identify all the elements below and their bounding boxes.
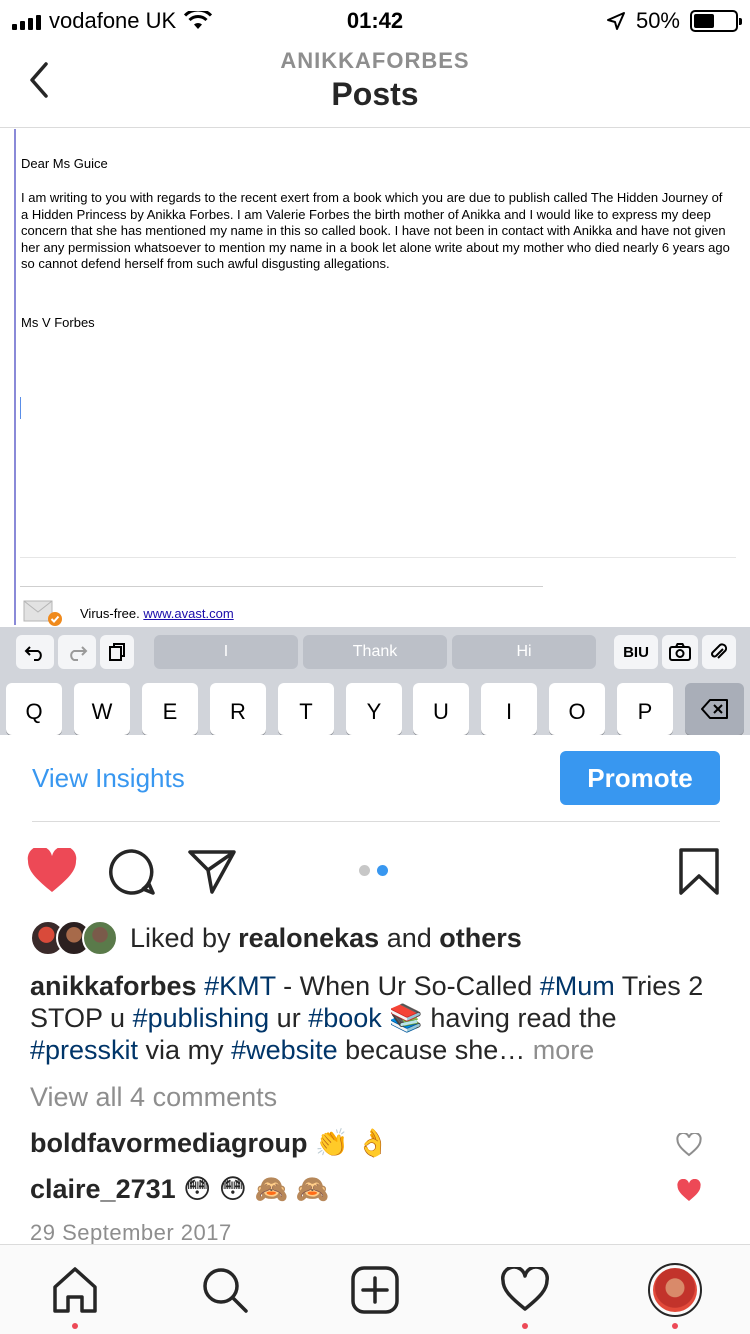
carousel-indicator <box>359 865 388 876</box>
comment-username[interactable]: claire_2731 <box>30 1174 176 1204</box>
search-icon <box>203 1268 248 1313</box>
clipboard-icon <box>100 635 134 669</box>
keyboard-key: E <box>142 683 198 735</box>
format-biu-icon: BIU <box>614 635 658 669</box>
share-icon[interactable] <box>188 848 236 894</box>
comment-text: 👏 👌 <box>315 1128 390 1158</box>
quote-bar <box>14 129 16 625</box>
keyboard-toolbar: I Thank Hi BIU <box>0 627 750 675</box>
nav-header: ANIKKAFORBES Posts <box>0 40 750 128</box>
hashtag[interactable]: #KMT <box>204 971 276 1001</box>
liked-others[interactable]: others <box>439 923 522 954</box>
keyboard-key: W <box>74 683 130 735</box>
email-body: I am writing to you with regards to the … <box>21 190 730 271</box>
hashtag[interactable]: #book <box>308 1003 382 1033</box>
post-caption: anikkaforbes #KMT - When Ur So-Called #M… <box>30 971 704 1065</box>
avatar <box>82 920 118 956</box>
keyboard-key: I <box>481 683 537 735</box>
comment-liked-heart-icon[interactable] <box>676 1179 702 1203</box>
comment-icon[interactable] <box>108 848 156 896</box>
redo-icon <box>58 635 96 669</box>
notification-dot <box>72 1323 78 1329</box>
carousel-dot <box>359 865 370 876</box>
hashtag[interactable]: #Mum <box>540 971 615 1001</box>
email-greeting: Dear Ms Guice <box>21 156 108 171</box>
attachment-icon <box>702 635 736 669</box>
suggestion-2: Thank <box>303 635 447 669</box>
action-bar <box>0 840 750 904</box>
comment-row: boldfavormediagroup 👏 👌 <box>30 1127 730 1163</box>
email-screenshot: Dear Ms Guice I am writing to you with r… <box>0 129 750 627</box>
email-signature: Ms V Forbes <box>21 315 95 330</box>
activity-heart-icon <box>501 1267 549 1311</box>
keyboard-key: O <box>549 683 605 735</box>
bottom-tab-bar <box>0 1244 750 1334</box>
keyboard-key: R <box>210 683 266 735</box>
delete-key-icon <box>685 683 744 735</box>
like-heart-icon[interactable] <box>26 848 78 894</box>
hashtag[interactable]: #website <box>231 1035 338 1065</box>
keyboard-keys: QWERTYUIOP <box>0 675 750 735</box>
liker-username[interactable]: realonekas <box>238 923 379 954</box>
suggestion-3: Hi <box>452 635 596 669</box>
avast-link[interactable]: www.avast.com <box>143 606 233 621</box>
keyboard-key: T <box>278 683 334 735</box>
tab-profile[interactable] <box>648 1263 702 1329</box>
keyboard-key: Y <box>346 683 402 735</box>
avast-mail-icon <box>22 599 62 627</box>
keyboard-key: Q <box>6 683 62 735</box>
status-bar: vodafone UK 01:42 50% <box>0 0 750 40</box>
profile-avatar <box>648 1263 702 1317</box>
view-all-comments-link[interactable]: View all 4 comments <box>30 1082 277 1113</box>
suggestion-1: I <box>154 635 298 669</box>
post-date: 29 September 2017 <box>30 1220 232 1245</box>
caption-username[interactable]: anikkaforbes <box>30 971 197 1001</box>
insights-bar: View Insights Promote <box>0 735 750 821</box>
comment-text: 😳 😳 🙈 🙈 <box>183 1174 330 1204</box>
text-cursor <box>20 397 21 419</box>
hashtag[interactable]: #publishing <box>133 1003 270 1033</box>
page-title: Posts <box>331 76 419 112</box>
view-insights-link[interactable]: View Insights <box>32 763 185 794</box>
avast-footer: Virus-free. www.avast.com <box>22 599 234 627</box>
promote-button[interactable]: Promote <box>560 751 720 805</box>
virus-free-label: Virus-free. <box>80 605 140 621</box>
keyboard-key: P <box>617 683 673 735</box>
battery-icon <box>690 10 742 32</box>
tab-activity[interactable] <box>498 1263 552 1329</box>
more-link[interactable]: more <box>533 1035 595 1065</box>
carousel-dot-active <box>377 865 388 876</box>
tab-search[interactable] <box>198 1263 252 1317</box>
post-image[interactable]: Dear Ms Guice I am writing to you with r… <box>0 129 750 735</box>
notification-dot <box>522 1323 528 1329</box>
liked-by-label: Liked by <box>130 922 231 953</box>
keyboard-key: U <box>413 683 469 735</box>
comment-row: claire_2731 😳 😳 🙈 🙈 <box>30 1173 730 1209</box>
likes-row[interactable]: Liked by realonekas and others <box>30 918 522 958</box>
comment-like-heart-icon[interactable] <box>676 1133 702 1157</box>
tab-new-post[interactable] <box>348 1263 402 1317</box>
notification-dot <box>672 1323 678 1329</box>
camera-icon <box>662 635 698 669</box>
undo-icon <box>16 635 54 669</box>
header-username: ANIKKAFORBES <box>280 48 470 73</box>
tab-home[interactable] <box>48 1263 102 1329</box>
battery-percent: 50% <box>635 8 680 33</box>
location-arrow-icon <box>606 12 625 30</box>
liker-avatars <box>30 920 120 956</box>
comment-username[interactable]: boldfavormediagroup <box>30 1128 308 1158</box>
add-post-icon <box>351 1266 399 1314</box>
bookmark-icon[interactable] <box>678 848 720 896</box>
hashtag[interactable]: #presskit <box>30 1035 138 1065</box>
home-icon <box>53 1267 97 1313</box>
